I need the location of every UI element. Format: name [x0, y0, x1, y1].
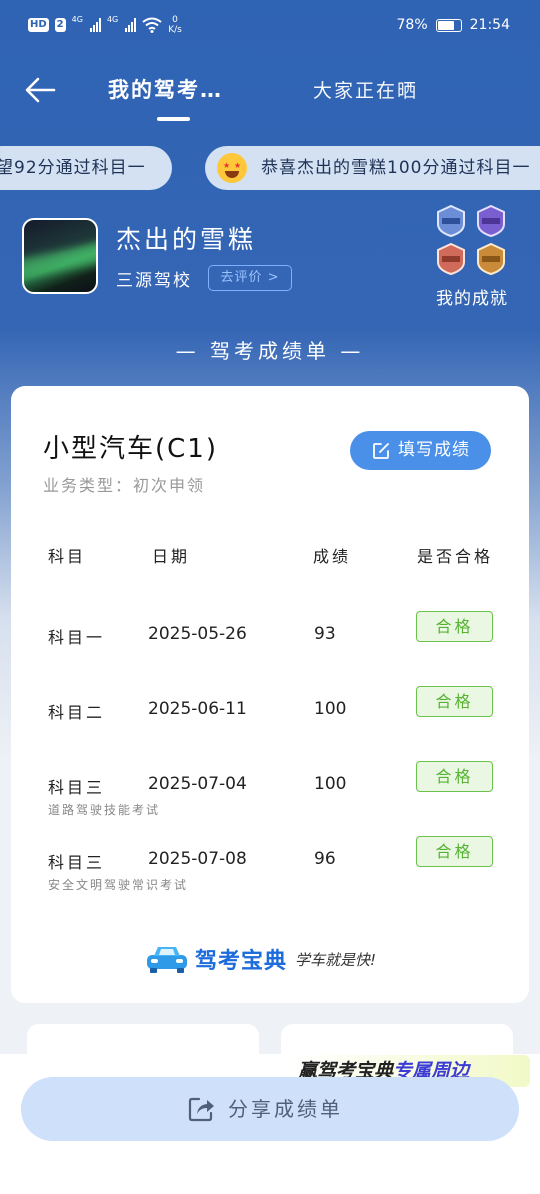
- header-score: 成绩: [313, 547, 352, 566]
- table-row: 科目二 2025-06-11 100 合格: [11, 686, 529, 759]
- tab-my-exam[interactable]: 我的驾考…: [108, 74, 223, 104]
- header-pass: 是否合格: [417, 547, 494, 566]
- row-subject: 科目三: [48, 853, 106, 872]
- share-icon: [188, 1097, 214, 1122]
- header-subject: 科目: [48, 547, 87, 566]
- row-score: 100: [314, 774, 347, 794]
- ticker-item: ★ ★ 恭喜杰出的雪糕100分通过科目一: [205, 146, 540, 190]
- top-navigation: 我的驾考… 大家正在晒: [0, 60, 540, 124]
- row-subject: 科目一: [48, 628, 106, 647]
- table-row: 科目一 2025-05-26 93 合格: [11, 611, 529, 684]
- wifi-icon: [142, 17, 162, 33]
- active-tab-indicator: [157, 117, 190, 121]
- username: 杰出的雪糕: [116, 225, 257, 254]
- fill-score-button[interactable]: 填写成绩: [350, 431, 491, 470]
- achievement-badges[interactable]: [434, 204, 510, 276]
- fill-score-label: 填写成绩: [398, 440, 470, 460]
- brand-slogan: 学车就是快!: [295, 950, 377, 969]
- network-type-2: 4G: [106, 15, 119, 24]
- back-arrow-icon[interactable]: [22, 72, 58, 108]
- row-date: 2025-05-26: [148, 624, 247, 644]
- pass-badge: 合格: [416, 761, 493, 792]
- battery-percent: 78%: [396, 17, 428, 33]
- battery-icon: [435, 18, 462, 32]
- edit-icon: [373, 443, 389, 459]
- car-logo-icon: [147, 947, 187, 973]
- status-bar: HD 2 4G 4G 0 K/s 78% 21:54: [0, 0, 540, 52]
- row-score: 100: [314, 699, 347, 719]
- rate-school-button[interactable]: 去评价 >: [208, 265, 292, 291]
- badge-icon: [437, 242, 465, 276]
- table-row: 科目三 2025-07-08 96 合格 安全文明驾驶常识考试: [11, 836, 529, 909]
- table-row: 科目三 2025-07-04 100 合格 道路驾驶技能考试: [11, 761, 529, 834]
- driving-school: 三源驾校: [116, 271, 192, 291]
- my-achievements-link[interactable]: 我的成就: [436, 284, 508, 309]
- row-note: 安全文明驾驶常识考试: [48, 878, 189, 892]
- ticker-text-2: 恭喜杰出的雪糕100分通过科目一: [261, 158, 531, 178]
- row-subject: 科目三: [48, 778, 106, 797]
- pass-badge: 合格: [416, 686, 493, 717]
- hd-indicator: HD: [28, 18, 49, 32]
- score-card: 小型汽车(C1) 业务类型：初次申领 填写成绩 科目 日期 成绩 是否合格 科目…: [11, 386, 529, 1003]
- row-date: 2025-07-04: [148, 774, 247, 794]
- ticker-text-1: 望92分通过科目一: [0, 158, 146, 178]
- brand-logo: 驾考宝典 学车就是快!: [145, 943, 376, 975]
- section-title: — 驾考成绩单 —: [175, 339, 365, 363]
- row-score: 93: [314, 624, 336, 644]
- pass-badge: 合格: [416, 611, 493, 642]
- ticker-item: 望92分通过科目一: [0, 146, 172, 190]
- brand-name: 驾考宝典: [195, 949, 288, 974]
- business-type: 业务类型：初次申领: [43, 476, 206, 495]
- badge-icon: [437, 204, 465, 238]
- badge-icon: [477, 242, 505, 276]
- row-score: 96: [314, 849, 336, 869]
- pass-badge: 合格: [416, 836, 493, 867]
- clock: 21:54: [469, 17, 510, 33]
- row-date: 2025-07-08: [148, 849, 247, 869]
- star-eyes-emoji-icon: ★ ★: [217, 153, 247, 183]
- row-subject: 科目二: [48, 703, 106, 722]
- speed-unit: K/s: [168, 25, 182, 35]
- network-type-1: 4G: [71, 15, 83, 24]
- network-speed: 0 K/s: [168, 15, 182, 35]
- badge-icon: [477, 204, 505, 238]
- share-label: 分享成绩单: [228, 1097, 343, 1121]
- header-date: 日期: [152, 547, 191, 566]
- tab-everyone-sharing[interactable]: 大家正在晒: [313, 76, 418, 103]
- avatar[interactable]: [22, 218, 98, 294]
- speed-value: 0: [172, 15, 178, 25]
- row-note: 道路驾驶技能考试: [48, 803, 161, 817]
- row-date: 2025-06-11: [148, 699, 247, 719]
- sim-indicator: 2: [54, 18, 66, 32]
- signal-icon: [89, 18, 101, 32]
- signal-icon-2: [125, 18, 137, 32]
- vehicle-type: 小型汽车(C1): [43, 434, 218, 464]
- share-scores-button[interactable]: 分享成绩单: [21, 1077, 519, 1141]
